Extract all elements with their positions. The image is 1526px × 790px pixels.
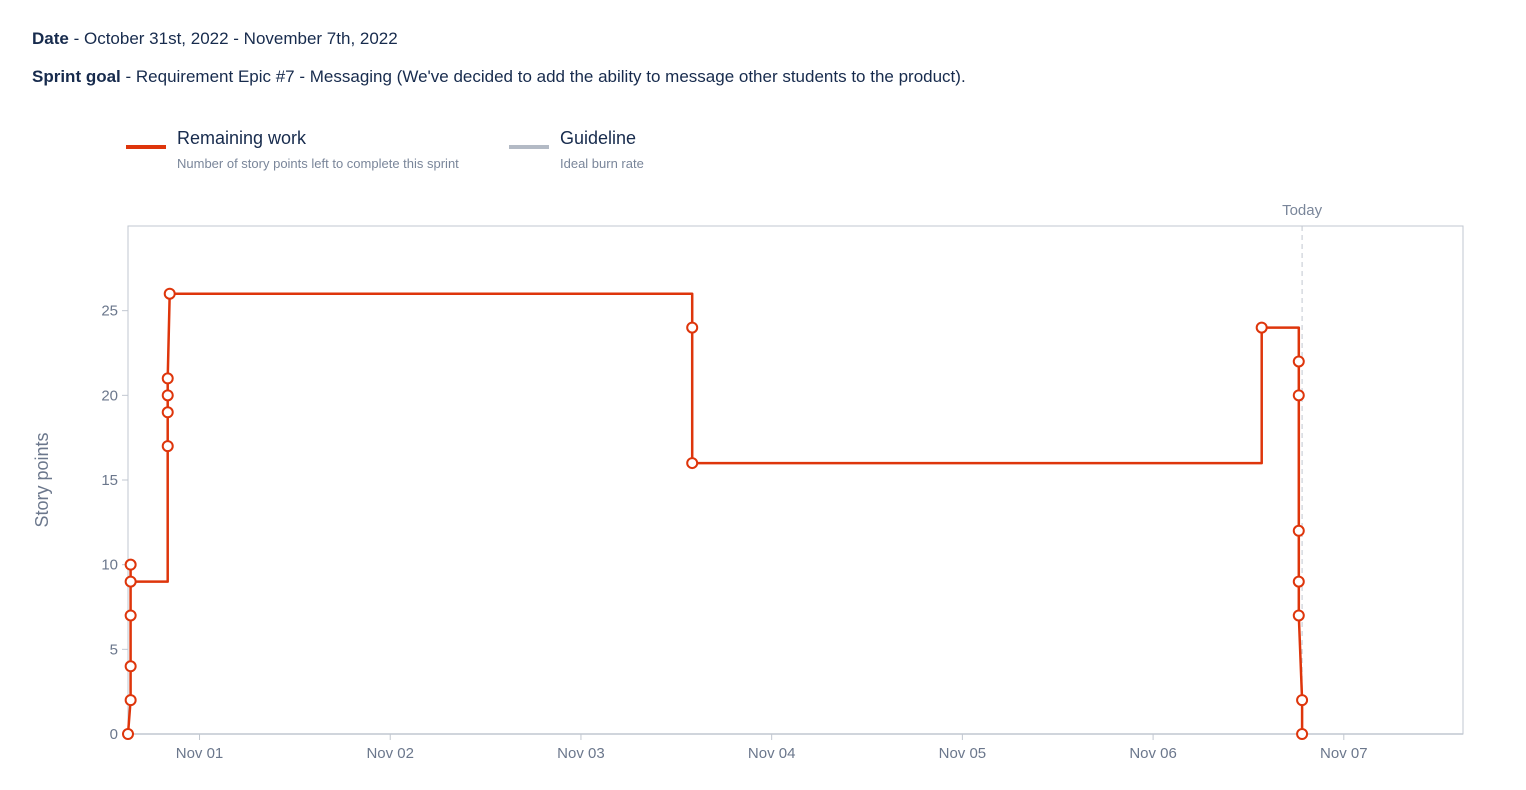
- x-tick-label: Nov 05: [939, 745, 987, 762]
- data-point[interactable]: [161, 406, 174, 419]
- y-tick-label: 10: [101, 557, 118, 574]
- data-point[interactable]: [1292, 389, 1305, 402]
- today-label: Today: [1282, 202, 1323, 219]
- data-point[interactable]: [163, 287, 176, 300]
- data-point[interactable]: [1292, 524, 1305, 537]
- y-tick-label: 0: [110, 726, 118, 743]
- data-point[interactable]: [124, 660, 137, 673]
- x-tick-label: Nov 01: [176, 745, 224, 762]
- x-tick-label: Nov 04: [748, 745, 796, 762]
- data-point[interactable]: [1292, 575, 1305, 588]
- data-point[interactable]: [686, 457, 699, 470]
- data-point[interactable]: [1296, 694, 1309, 707]
- y-axis-title: Story points: [32, 432, 52, 527]
- y-tick-label: 25: [101, 303, 118, 320]
- x-tick-label: Nov 03: [557, 745, 605, 762]
- x-tick-label: Nov 06: [1129, 745, 1177, 762]
- data-point[interactable]: [124, 609, 137, 622]
- y-tick-label: 15: [101, 472, 118, 489]
- y-tick-label: 20: [101, 387, 118, 404]
- x-axis: Nov 01 Nov 02 Nov 03 Nov 04 Nov 05 Nov 06 Nov …: [176, 734, 1368, 762]
- data-point[interactable]: [122, 728, 134, 740]
- data-point[interactable]: [161, 440, 174, 453]
- x-tick-label: Nov 02: [366, 745, 414, 762]
- data-point[interactable]: [124, 694, 137, 707]
- data-point[interactable]: [161, 389, 174, 402]
- data-point[interactable]: [161, 372, 174, 385]
- remaining-work-series: [122, 287, 1309, 740]
- data-point[interactable]: [124, 558, 137, 571]
- plot-area-frame: [127, 225, 1464, 735]
- data-point[interactable]: [124, 575, 137, 588]
- data-point[interactable]: [1292, 355, 1305, 368]
- burndown-chart: 0510152025 Nov 01 Nov 02 Nov 03 Nov 04 Nov 0…: [32, 202, 1464, 762]
- remaining-work-line: [126, 292, 1304, 735]
- y-axis: 0 5 10 15 20 25: [101, 303, 128, 743]
- data-point[interactable]: [1255, 321, 1268, 334]
- data-point[interactable]: [686, 321, 699, 334]
- today-marker: Today: [1282, 202, 1323, 734]
- x-tick-label: Nov 07: [1320, 745, 1368, 762]
- data-point[interactable]: [1292, 609, 1305, 622]
- y-tick-label: 5: [110, 641, 118, 658]
- data-point[interactable]: [1296, 728, 1309, 740]
